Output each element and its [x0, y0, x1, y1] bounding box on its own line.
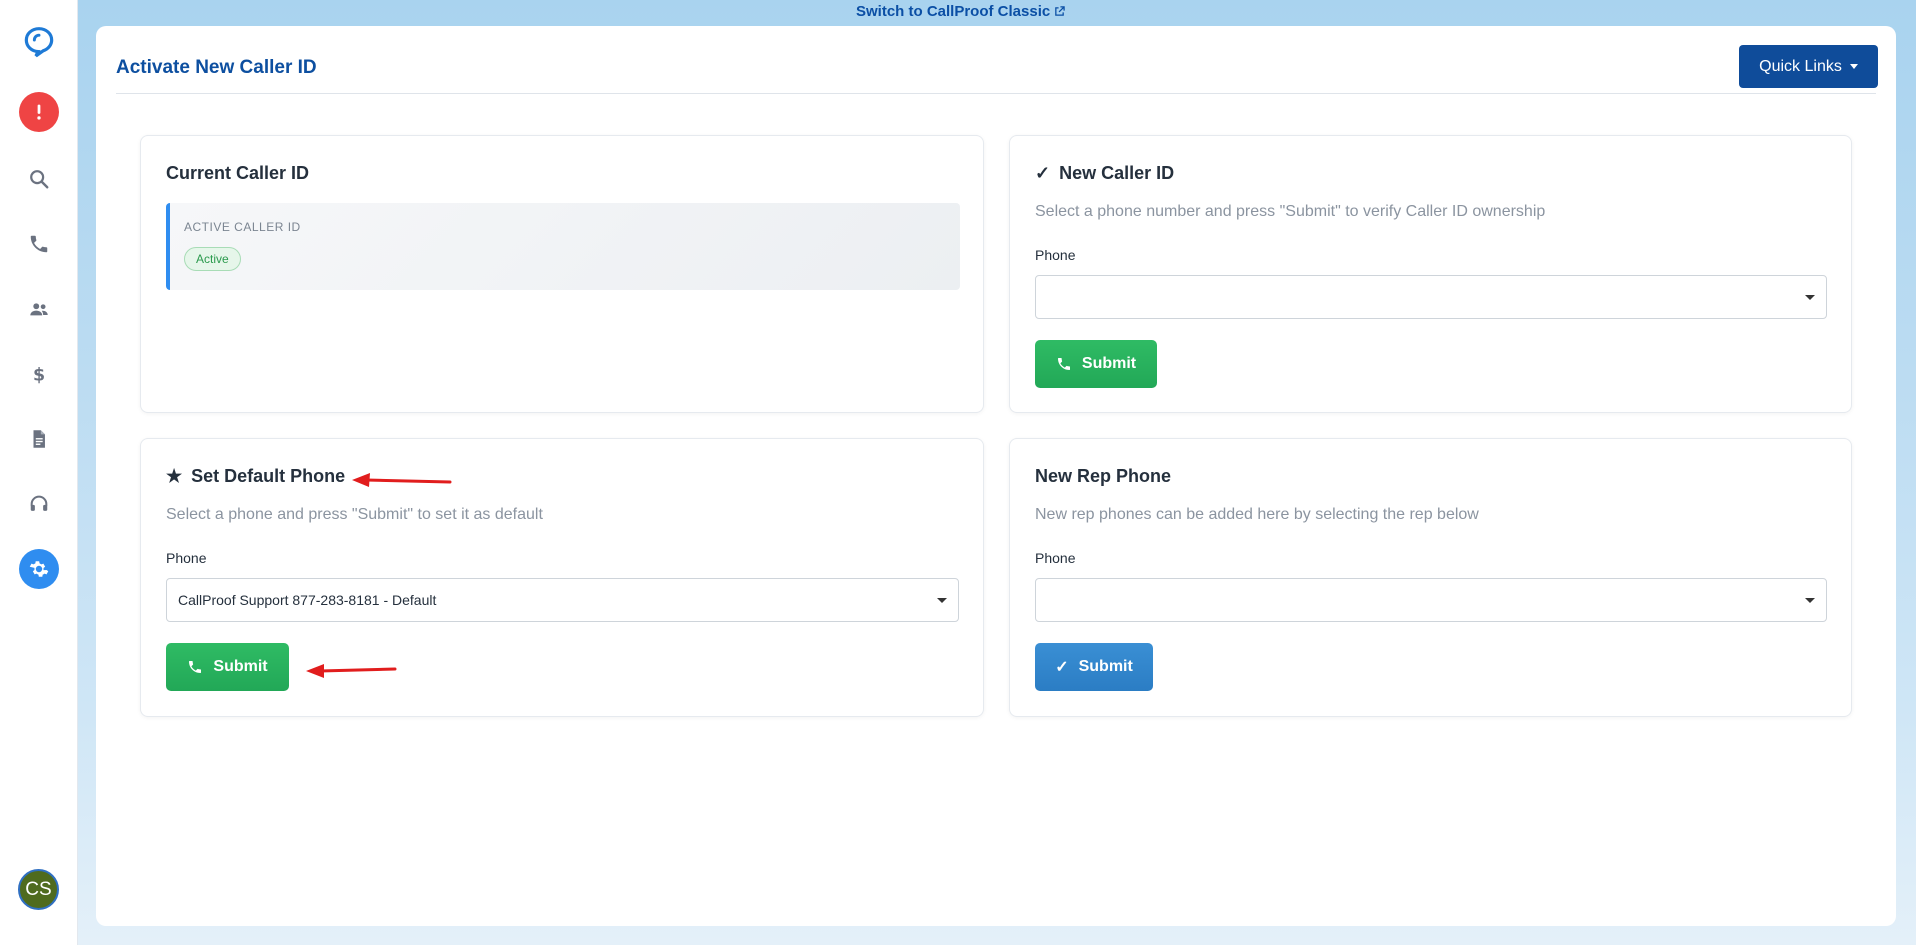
chevron-down-icon — [1805, 295, 1815, 300]
new-caller-id-submit-label: Submit — [1081, 355, 1137, 372]
svg-text:$: $ — [33, 365, 45, 385]
new-caller-id-title: ✓ New Caller ID — [1035, 163, 1174, 184]
people-icon — [30, 303, 48, 316]
current-caller-id-card: Current Caller ID ACTIVE CALLER ID Activ… — [140, 135, 984, 413]
new-rep-phone-label: Phone — [1035, 550, 1076, 566]
sidebar-item-sales[interactable]: $ — [19, 354, 59, 394]
status-badge: Active — [184, 247, 241, 271]
gear-icon — [29, 561, 49, 577]
sidebar-item-contacts[interactable] — [19, 289, 59, 329]
current-caller-id-title: Current Caller ID — [166, 163, 309, 184]
set-default-phone-select[interactable]: CallProof Support 877-283-8181 - Default — [166, 578, 959, 622]
new-caller-id-description: Select a phone number and press "Submit"… — [1035, 203, 1546, 220]
new-rep-phone-title-text: New Rep Phone — [1035, 466, 1172, 486]
exclamation-icon — [37, 104, 41, 120]
new-rep-phone-title: New Rep Phone — [1035, 466, 1171, 487]
document-icon — [33, 430, 45, 448]
page-title: Activate New Caller ID — [116, 57, 317, 78]
sidebar-item-support[interactable] — [19, 484, 59, 524]
set-default-phone-submit-label: Submit — [213, 658, 268, 675]
phone-icon — [1057, 358, 1070, 370]
new-rep-phone-submit-label: Submit — [1078, 658, 1133, 675]
set-default-phone-label: Phone — [166, 550, 207, 566]
chevron-down-icon — [1805, 598, 1815, 603]
set-default-phone-title: ★ Set Default Phone — [166, 466, 345, 487]
sidebar: $ CS — [0, 0, 78, 945]
headset-icon — [30, 495, 48, 511]
active-caller-id-label: ACTIVE CALLER ID — [184, 220, 301, 234]
switch-classic-label: Switch to CallProof Classic — [856, 3, 1051, 20]
sidebar-item-alerts[interactable] — [19, 92, 59, 132]
new-caller-id-submit-button[interactable]: Submit — [1035, 340, 1157, 388]
new-rep-phone-description: New rep phones can be added here by sele… — [1035, 506, 1479, 523]
callproof-logo-icon[interactable] — [19, 22, 59, 62]
annotation-arrow-icon — [352, 473, 452, 487]
sidebar-item-settings[interactable] — [19, 549, 59, 589]
current-caller-id-title-text: Current Caller ID — [166, 163, 310, 183]
set-default-phone-description: Select a phone and press "Submit" to set… — [166, 506, 543, 523]
active-caller-id-box: ACTIVE CALLER ID Active — [166, 203, 960, 290]
quick-links-button[interactable]: Quick Links — [1739, 45, 1878, 88]
new-rep-phone-submit-button[interactable]: ✓ Submit — [1035, 643, 1153, 691]
star-icon: ★ — [166, 466, 183, 486]
switch-classic-link[interactable]: Switch to CallProof Classic — [856, 3, 1065, 20]
sidebar-item-reports[interactable] — [19, 419, 59, 459]
dollar-icon: $ — [33, 365, 45, 385]
phone-icon — [189, 661, 202, 673]
set-default-phone-value: CallProof Support 877-283-8181 - Default — [178, 592, 437, 608]
chevron-down-icon — [1849, 64, 1858, 69]
new-caller-id-phone-label: Phone — [1035, 247, 1076, 263]
sidebar-item-search[interactable] — [19, 159, 59, 199]
check-icon: ✓ — [1035, 163, 1051, 183]
phone-icon — [30, 235, 48, 253]
search-icon — [30, 170, 49, 189]
external-link-icon — [1055, 6, 1065, 16]
user-avatar[interactable]: CS — [18, 869, 59, 910]
set-default-phone-submit-button[interactable]: Submit — [166, 643, 289, 691]
sidebar-item-calls[interactable] — [19, 224, 59, 264]
new-rep-phone-card: New Rep Phone New rep phones can be adde… — [1009, 438, 1852, 717]
set-default-phone-card: ★ Set Default Phone Select a phone and p… — [140, 438, 984, 717]
new-caller-id-card: ✓ New Caller ID Select a phone number an… — [1009, 135, 1852, 413]
check-icon: ✓ — [1055, 659, 1069, 676]
annotation-arrow-icon — [306, 664, 397, 678]
set-default-phone-title-text: Set Default Phone — [191, 466, 346, 486]
new-rep-phone-select[interactable] — [1035, 578, 1827, 622]
chevron-down-icon — [937, 598, 947, 603]
quick-links-label: Quick Links — [1759, 57, 1842, 75]
title-divider — [116, 93, 1876, 94]
new-caller-id-title-text: New Caller ID — [1059, 163, 1175, 183]
new-caller-id-phone-select[interactable] — [1035, 275, 1827, 319]
